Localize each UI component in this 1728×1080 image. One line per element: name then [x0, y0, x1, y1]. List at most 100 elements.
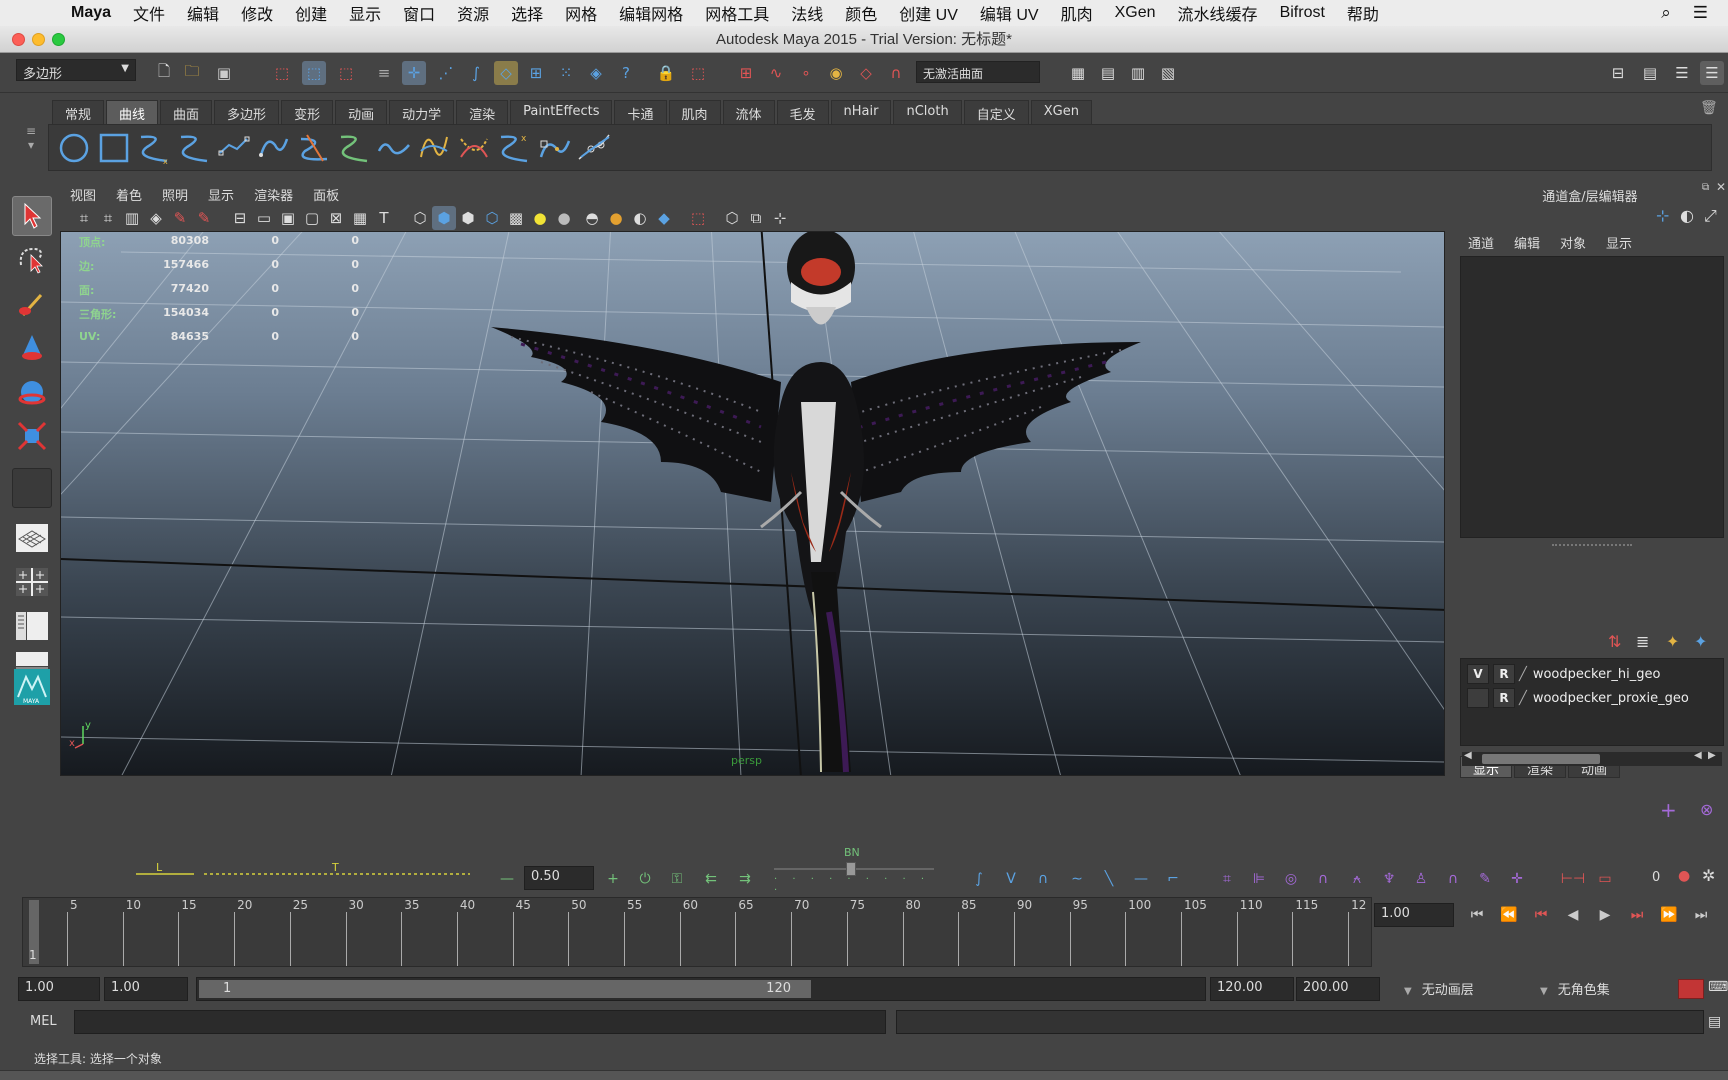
mel-input[interactable] — [74, 1010, 886, 1034]
camera-select-icon[interactable]: ⌗ — [72, 206, 96, 230]
select-component-icon[interactable]: ⬚ — [334, 61, 358, 85]
list-icon[interactable]: ☰ — [1693, 3, 1708, 23]
menu-edit-mesh[interactable]: 编辑网格 — [608, 1, 694, 25]
menu-mesh[interactable]: 网格 — [554, 1, 608, 25]
layer-stack-icon[interactable]: ≣ — [1636, 632, 1649, 651]
minimize-window-button[interactable] — [32, 33, 45, 46]
range-slider[interactable]: 1 120 — [196, 977, 1206, 1001]
uv-mode-icon[interactable]: ◈ — [584, 61, 608, 85]
perspective-viewport[interactable]: 顶点: 80308 0 0 边: 157466 0 0 面: 77420 0 0… — [60, 231, 1445, 776]
shelf-tab[interactable]: 自定义 — [963, 100, 1029, 124]
shelf-menu-icon[interactable]: ≡ ▾ — [20, 124, 42, 171]
curve-attach-icon[interactable] — [337, 131, 371, 165]
tool-settings-icon[interactable]: ☰ — [1670, 61, 1694, 85]
power-icon[interactable]: ⏻ — [632, 868, 658, 890]
select-highlight-icon[interactable]: ⬚ — [686, 61, 710, 85]
layer-type-toggle[interactable]: R — [1493, 688, 1515, 708]
shelf-tab[interactable]: 动画 — [335, 100, 388, 124]
shelf-tab[interactable]: 渲染 — [456, 100, 509, 124]
pin-icon[interactable]: ⤢ — [1704, 206, 1717, 226]
menu-display[interactable]: 显示 — [338, 1, 392, 25]
shelf-tab[interactable]: 常规 — [52, 100, 105, 124]
modeling-toolkit-icon[interactable]: ⊟ — [1606, 61, 1630, 85]
step-back-key-icon[interactable]: ⏮ — [1528, 904, 1554, 926]
key-ghost-icon[interactable]: ◎ — [1278, 868, 1304, 890]
flat-tangent-icon[interactable]: ╲ — [1096, 868, 1122, 890]
curve-align-icon[interactable] — [417, 131, 451, 165]
snap-curve-icon[interactable]: ∿ — [764, 61, 788, 85]
playback-start-field[interactable]: 1.00 — [104, 977, 188, 1001]
character-icon[interactable]: ♆ — [1376, 868, 1402, 890]
curve-insert-knot-icon[interactable] — [537, 131, 571, 165]
magnet-icon[interactable]: ∩ — [884, 61, 908, 85]
filter-icon[interactable]: ≡ — [372, 61, 396, 85]
xray-icon[interactable]: ⬡ — [480, 206, 504, 230]
move-key-icon[interactable]: ✛ — [1504, 868, 1530, 890]
menuset-dropdown[interactable]: 多边形 ▼ — [16, 59, 136, 82]
render-current-icon[interactable]: ▤ — [1096, 61, 1120, 85]
viewport-menu-view[interactable]: 视图 — [60, 185, 106, 204]
float-panel-icon[interactable]: ⧉ — [1702, 182, 1709, 193]
clamped-tangent-icon[interactable]: ∩ — [1030, 868, 1056, 890]
script-editor-icon[interactable]: ▤ — [1708, 1014, 1721, 1030]
snap-view-icon[interactable]: ◉ — [824, 61, 848, 85]
outliner-layout-icon[interactable] — [12, 606, 52, 646]
default-lighting-icon[interactable]: ● — [528, 206, 552, 230]
isolate-select-icon[interactable]: ⬚ — [686, 206, 710, 230]
menu-app-name[interactable]: Maya — [60, 4, 122, 22]
anim-layer-dropdown[interactable]: ▼ 无动画层 — [1398, 977, 1532, 1001]
wireframe-on-shaded-icon[interactable]: ⬢ — [456, 206, 480, 230]
layer-visibility-toggle[interactable] — [1467, 688, 1489, 708]
snap-right-icon[interactable]: ⇉ — [732, 868, 758, 890]
select-tool-icon[interactable] — [12, 196, 52, 236]
arc-icon[interactable]: ∩ — [1440, 868, 1466, 890]
paint-select-tool-icon[interactable] — [12, 284, 52, 324]
magnet-key-icon[interactable]: ∩ — [1310, 868, 1336, 890]
menu-edit-uv[interactable]: 编辑 UV — [969, 1, 1050, 25]
curve-open-close-icon[interactable] — [457, 131, 491, 165]
new-layer-selected-icon[interactable]: ✦ — [1694, 632, 1707, 651]
layer-row[interactable]: V R ╱ woodpecker_hi_geo — [1467, 663, 1725, 685]
layer-color-icon[interactable]: ╱ — [1519, 691, 1527, 706]
add-icon[interactable]: + — [1660, 798, 1677, 822]
close-circle-icon[interactable]: ⊗ — [1700, 800, 1713, 819]
arc-tool-icon[interactable] — [257, 131, 291, 165]
menu-help[interactable]: 帮助 — [1336, 1, 1390, 25]
display-toggle-icon[interactable]: ◐ — [1680, 206, 1694, 225]
curve-fillet-icon[interactable]: x — [497, 131, 531, 165]
minus-icon[interactable]: — — [494, 868, 520, 890]
layer-color-icon[interactable]: ╱ — [1519, 667, 1527, 682]
menu-assets[interactable]: 资源 — [446, 1, 500, 25]
snap-grid-icon[interactable]: ⊞ — [734, 61, 758, 85]
lasso-tool-icon[interactable] — [12, 240, 52, 280]
field-chart-icon[interactable]: ⊠ — [324, 206, 348, 230]
shelf-tab[interactable]: PaintEffects — [510, 100, 613, 124]
motion-blur-icon[interactable]: ◐ — [628, 206, 652, 230]
select-object-icon[interactable]: ⬚ — [302, 61, 326, 85]
mel-label[interactable]: MEL — [30, 1014, 57, 1029]
edge-mode-icon[interactable]: ⋰ — [434, 61, 458, 85]
autokey-toggle[interactable] — [1678, 979, 1704, 999]
channel-menu-show[interactable]: 显示 — [1606, 233, 1632, 252]
search-icon[interactable]: ⌕ — [1661, 3, 1671, 23]
single-view-layout-icon[interactable] — [12, 518, 52, 558]
help-mode-icon[interactable]: ? — [614, 61, 638, 85]
hud-toggle-icon[interactable]: ⊹ — [768, 206, 792, 230]
step-next-tangent-icon[interactable]: ⌐ — [1160, 868, 1186, 890]
anti-aliasing-icon[interactable]: ◆ — [652, 206, 676, 230]
figure-icon[interactable]: ♙ — [1408, 868, 1434, 890]
go-to-start-icon[interactable]: ⏮ — [1464, 904, 1490, 926]
select-hierarchy-icon[interactable]: ⬚ — [270, 61, 294, 85]
scroll-right-icon[interactable]: ▶ — [1708, 750, 1716, 761]
save-icon[interactable]: ▣ — [212, 61, 236, 85]
scroll-left-icon[interactable]: ◀ — [1464, 750, 1472, 761]
render-view-icon[interactable]: ▦ — [1066, 61, 1090, 85]
scroll-left-end-icon[interactable]: ◀ — [1694, 750, 1702, 761]
open-folder-icon[interactable]: 🗀 — [180, 61, 204, 85]
textured-icon[interactable]: ▩ — [504, 206, 528, 230]
ambient-occlusion-icon[interactable]: ● — [604, 206, 628, 230]
snap-surface-icon[interactable]: ◇ — [854, 61, 878, 85]
curve-mode-icon[interactable]: ∫ — [464, 61, 488, 85]
shelf-tab[interactable]: 曲面 — [160, 100, 213, 124]
menu-xgen[interactable]: XGen — [1104, 4, 1167, 22]
